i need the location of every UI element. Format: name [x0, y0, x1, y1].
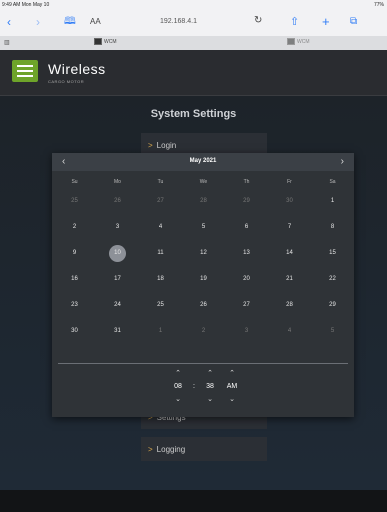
calendar-day[interactable]: 13 [225, 250, 268, 256]
calendar-day[interactable]: 7 [268, 224, 311, 230]
calendar-day[interactable]: 27 [139, 198, 182, 204]
tab-bar: ▥ WCM WCM [0, 36, 387, 50]
calendar-day[interactable]: 15 [311, 250, 354, 256]
calendar-day[interactable]: 27 [225, 302, 268, 308]
calendar-day[interactable]: 24 [96, 302, 139, 308]
sidebar-icon[interactable]: ▥ [4, 39, 10, 46]
period-down-chevron-icon[interactable]: ⌄ [224, 395, 240, 403]
calendar-day[interactable]: 4 [268, 328, 311, 334]
calendar-day[interactable]: 31 [96, 328, 139, 334]
calendar-day[interactable]: 1 [139, 328, 182, 334]
chevron-right-icon[interactable]: › [341, 156, 344, 167]
tab-wcm-inactive[interactable]: WCM [287, 38, 310, 45]
chevron-right-icon: > [148, 141, 153, 150]
date-picker-popup: ‹ May 2021 › Su Mo Tu We Th Fr Sa 25 26 27 28 29 30… [52, 153, 354, 417]
calendar-day[interactable]: 29 [225, 198, 268, 204]
time-separator: : [193, 383, 195, 390]
favicon-icon [287, 38, 295, 45]
forward-arrow-icon[interactable]: › [36, 14, 40, 30]
weekday-header: Mo [114, 179, 121, 185]
menu-toggle-button[interactable] [12, 60, 38, 82]
minute-down-chevron-icon[interactable]: ⌄ [202, 395, 218, 403]
calendar-day[interactable]: 3 [96, 224, 139, 230]
calendar-day[interactable]: 19 [182, 276, 225, 282]
calendar-day[interactable]: 26 [182, 302, 225, 308]
calendar-day[interactable]: 28 [182, 198, 225, 204]
weekday-header: Su [71, 179, 78, 185]
calendar-day[interactable]: 22 [311, 276, 354, 282]
calendar-day[interactable]: 2 [182, 328, 225, 334]
brand-logo: Wireless [48, 61, 106, 77]
page-footer [0, 490, 387, 512]
menu-item-logging[interactable]: > Logging [141, 437, 267, 461]
calendar-day[interactable]: 11 [139, 250, 182, 256]
reader-aa-button[interactable]: AA [90, 17, 101, 26]
battery-indicator: 77% [373, 2, 384, 8]
date-picker-header: ‹ May 2021 › [52, 153, 354, 171]
calendar-day[interactable]: 18 [139, 276, 182, 282]
tabs-icon[interactable]: ⧉ [350, 14, 357, 30]
calendar-day[interactable]: 21 [268, 276, 311, 282]
calendar-day[interactable]: 25 [139, 302, 182, 308]
minute-value[interactable]: 38 [202, 383, 218, 390]
calendar-day[interactable]: 12 [182, 250, 225, 256]
calendar-day[interactable]: 5 [182, 224, 225, 230]
calendar-day[interactable]: 3 [225, 328, 268, 334]
period-up-chevron-icon[interactable]: ⌃ [224, 369, 240, 377]
period-value[interactable]: AM [224, 383, 240, 390]
address-bar[interactable]: 192.168.4.1 [160, 18, 197, 25]
calendar-day[interactable]: 4 [139, 224, 182, 230]
favicon-icon [94, 38, 102, 45]
calendar-day[interactable]: 1 [311, 198, 354, 204]
calendar-day[interactable]: 8 [311, 224, 354, 230]
hour-up-chevron-icon[interactable]: ⌃ [170, 369, 186, 377]
back-arrow-icon[interactable]: ‹ [7, 14, 11, 30]
plus-icon[interactable]: + [322, 14, 330, 30]
time-divider [58, 363, 348, 364]
brand-tagline: CARGO MOTOR [48, 79, 85, 84]
calendar-day[interactable]: 17 [96, 276, 139, 282]
calendar-day[interactable]: 30 [53, 328, 96, 334]
calendar-day[interactable]: 26 [96, 198, 139, 204]
weekday-header: Th [243, 179, 250, 185]
app-header: Wireless CARGO MOTOR [0, 50, 387, 96]
calendar-day[interactable]: 23 [53, 302, 96, 308]
calendar-day[interactable]: 14 [268, 250, 311, 256]
status-time: 9:49 AM Mon May 10 [2, 2, 50, 8]
minute-up-chevron-icon[interactable]: ⌃ [202, 369, 218, 377]
status-bar: 9:49 AM Mon May 10 77% [0, 0, 387, 10]
calendar-day[interactable]: 29 [311, 302, 354, 308]
weekday-header: Sa [329, 179, 336, 185]
share-icon[interactable]: ⇧ [290, 14, 299, 30]
calendar-day[interactable]: 6 [225, 224, 268, 230]
page-title: System Settings [150, 108, 237, 120]
tab-wcm-active[interactable]: WCM [94, 38, 117, 45]
calendar-day[interactable]: 28 [268, 302, 311, 308]
weekday-header: Fr [287, 179, 292, 185]
chevron-right-icon: > [148, 445, 153, 454]
month-label[interactable]: May 2021 [52, 158, 354, 164]
calendar-day[interactable]: 25 [53, 198, 96, 204]
calendar-day[interactable]: 16 [53, 276, 96, 282]
weekday-header: We [199, 179, 208, 185]
weekday-header: Tu [157, 179, 164, 185]
browser-toolbar: ‹ › 🕮 AA 192.168.4.1 ↻ ⇧ + ⧉ [0, 10, 387, 36]
calendar-day[interactable]: 30 [268, 198, 311, 204]
calendar-day[interactable]: 9 [53, 250, 96, 256]
reload-icon[interactable]: ↻ [254, 15, 262, 26]
calendar-day[interactable]: 2 [53, 224, 96, 230]
calendar-day[interactable]: 10 [96, 245, 139, 262]
calendar-day[interactable]: 5 [311, 328, 354, 334]
hour-value[interactable]: 08 [170, 383, 186, 390]
hour-down-chevron-icon[interactable]: ⌄ [170, 395, 186, 403]
book-icon[interactable]: 🕮 [64, 14, 76, 30]
calendar-day[interactable]: 20 [225, 276, 268, 282]
